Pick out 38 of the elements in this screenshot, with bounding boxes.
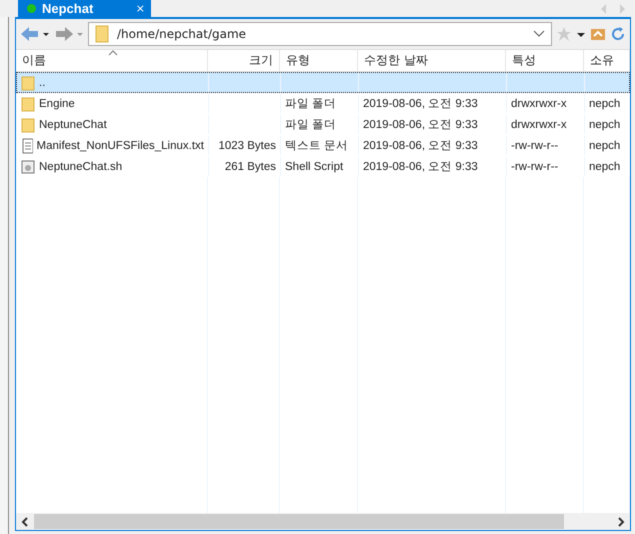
- table-cell: nepch: [589, 160, 620, 172]
- close-button[interactable]: ×: [136, 2, 145, 15]
- table-cell-text: 2019-08-06, 오전 9:33: [363, 160, 478, 174]
- table-cell-text: 2019-08-06, 오전 9:33: [363, 139, 478, 153]
- table-cell: -rw-rw-r--: [511, 160, 558, 172]
- tab-title: Nepchat: [42, 1, 94, 16]
- file-row[interactable]: NeptuneChat.sh 261 Bytes Shell Script 2019-08-06, 오전 9:33 -rw-rw-r-- nepch: [16, 156, 630, 177]
- table-cell-text: 2019-08-06, 오전 9:33: [363, 97, 478, 111]
- tab[interactable]: Nepchat ×: [18, 0, 151, 17]
- column-header[interactable]: 특성: [512, 52, 536, 69]
- table-cell: drwxrwxr-x: [511, 118, 567, 130]
- table-cell: NeptuneChat.sh: [39, 160, 122, 172]
- table-cell-text: 파일 폴더: [285, 97, 336, 111]
- table-cell-text: 파일 폴더: [285, 118, 336, 132]
- column-header[interactable]: 소유: [590, 52, 614, 69]
- table-cell: drwxrwxr-x: [511, 98, 567, 110]
- table-cell-text: 2019-08-06, 오전 9:33: [363, 118, 478, 132]
- file-row[interactable]: ..: [16, 72, 630, 93]
- file-row[interactable]: NeptuneChat 파일 폴더 2019-08-06, 오전 9:33 drwxrwxr-x nepch: [16, 114, 630, 135]
- table-cell: Engine: [39, 98, 75, 110]
- file-row[interactable]: Manifest_NonUFSFiles_Linux.txt 1023 Bytes 텍스트 문서 2019-08-06, 오전 9:33 -rw-rw-r-- nepch: [16, 135, 630, 156]
- table-cell: 261 Bytes: [224, 160, 276, 172]
- address-field[interactable]: /home/nepchat/game: [88, 22, 552, 46]
- table-cell: NeptuneChat: [39, 118, 107, 130]
- column-header[interactable]: 이름: [22, 52, 46, 69]
- table-cell: nepch: [589, 118, 620, 130]
- table-cell-text: 텍스트 문서: [285, 139, 348, 153]
- column-header[interactable]: 크기: [249, 52, 273, 69]
- file-row[interactable]: Engine 파일 폴더 2019-08-06, 오전 9:33 drwxrwxr-x nepch: [16, 93, 630, 114]
- table-cell: ..: [39, 76, 46, 88]
- table-cell: -rw-rw-r--: [511, 140, 558, 152]
- table-cell: 1023 Bytes: [218, 140, 276, 152]
- column-header[interactable]: 유형: [286, 52, 310, 69]
- column-header[interactable]: 수정한 날짜: [364, 52, 428, 69]
- table-cell: Shell Script: [285, 160, 344, 172]
- table-cell: nepch: [589, 98, 620, 110]
- table-cell: Manifest_NonUFSFiles_Linux.txt: [36, 140, 204, 152]
- table-cell: nepch: [589, 140, 620, 152]
